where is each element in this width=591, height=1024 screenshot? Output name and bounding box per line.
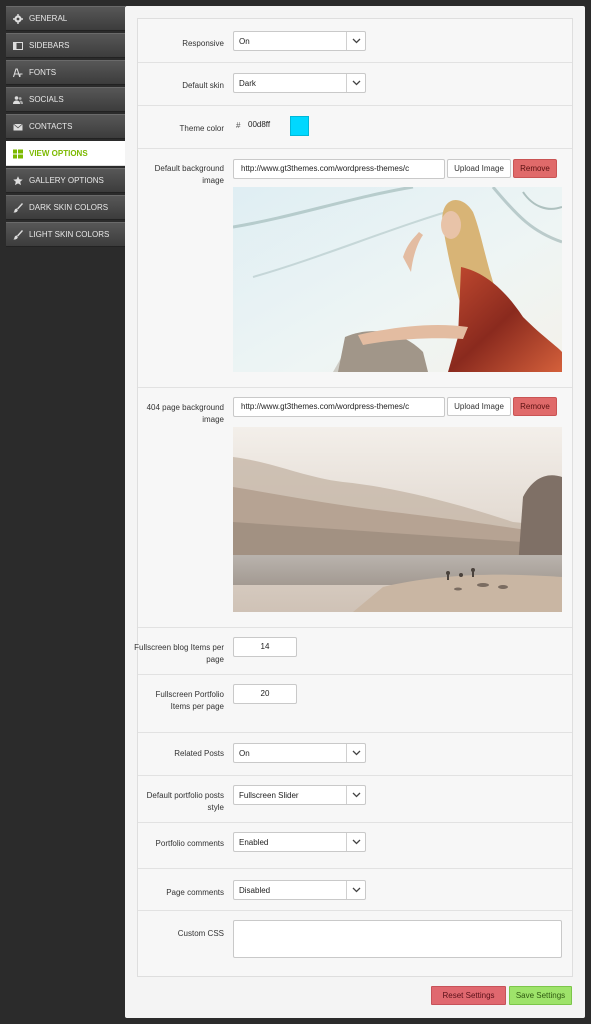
default-skin-select[interactable]: Dark bbox=[233, 73, 366, 93]
custom-css-textarea[interactable] bbox=[233, 920, 562, 958]
font-icon bbox=[13, 67, 23, 78]
sidebar-item-label: GALLERY OPTIONS bbox=[29, 176, 104, 185]
sidebar-item-gallery-options[interactable]: GALLERY OPTIONS bbox=[6, 168, 125, 193]
page-comments-row: Page comments Disabled bbox=[138, 869, 572, 911]
responsive-label: Responsive bbox=[182, 39, 224, 48]
sidebar-item-label: CONTACTS bbox=[29, 122, 73, 131]
sidebar-item-sidebars[interactable]: SIDEBARS bbox=[6, 33, 125, 58]
default-bg-url-input[interactable]: http://www.gt3themes.com/wordpress-theme… bbox=[233, 159, 445, 179]
portfolio-items-label: Fullscreen Portfolio Items per page bbox=[155, 690, 224, 711]
portfolio-style-label: Default portfolio posts style bbox=[146, 791, 224, 812]
portfolio-style-value: Fullscreen Slider bbox=[239, 791, 299, 800]
related-posts-row: Related Posts On bbox=[138, 733, 572, 776]
sidebar-item-general[interactable]: GENERAL bbox=[6, 6, 125, 31]
settings-form: Responsive On Default skin Dark Theme co… bbox=[134, 18, 573, 977]
sidebar-item-label: FONTS bbox=[29, 68, 57, 77]
default-skin-label: Default skin bbox=[182, 81, 224, 90]
portfolio-comments-value: Enabled bbox=[239, 838, 269, 847]
chevron-down-icon bbox=[346, 74, 365, 92]
blog-items-label: Fullscreen blog Items per page bbox=[134, 643, 224, 664]
color-hash-prefix: # bbox=[236, 121, 241, 130]
bg-404-upload-button[interactable]: Upload Image bbox=[447, 397, 511, 416]
chevron-down-icon bbox=[346, 881, 365, 899]
chevron-down-icon bbox=[346, 833, 365, 851]
sidebar-item-label: SIDEBARS bbox=[29, 41, 70, 50]
blog-items-input[interactable]: 14 bbox=[233, 637, 297, 657]
theme-color-row: Theme color # 00d8ff bbox=[138, 106, 572, 149]
portfolio-comments-label: Portfolio comments bbox=[155, 839, 224, 848]
default-bg-upload-button[interactable]: Upload Image bbox=[447, 159, 511, 178]
page-comments-label: Page comments bbox=[166, 888, 224, 897]
page-comments-select[interactable]: Disabled bbox=[233, 880, 366, 900]
brush-icon bbox=[13, 229, 23, 240]
columns-icon bbox=[13, 41, 23, 51]
sidebar-item-socials[interactable]: SOCIALS bbox=[6, 87, 125, 112]
chevron-down-icon bbox=[346, 786, 365, 804]
settings-panel: Responsive On Default skin Dark Theme co… bbox=[125, 6, 585, 1018]
gear-icon bbox=[13, 13, 23, 24]
default-bg-preview-image bbox=[233, 187, 562, 372]
portfolio-comments-select[interactable]: Enabled bbox=[233, 832, 366, 852]
related-posts-label: Related Posts bbox=[174, 749, 224, 758]
sidebar-item-contacts[interactable]: CONTACTS bbox=[6, 114, 125, 139]
theme-color-picker: # 00d8ff bbox=[138, 116, 572, 136]
page-comments-value: Disabled bbox=[239, 886, 271, 895]
default-skin-row: Default skin Dark bbox=[138, 63, 572, 106]
default-bg-remove-button[interactable]: Remove bbox=[513, 159, 557, 178]
portfolio-items-row: Fullscreen Portfolio Items per page 20 bbox=[138, 675, 572, 733]
bg-404-preview-image bbox=[233, 427, 562, 612]
default-bg-label: Default background image bbox=[154, 164, 224, 185]
bg-404-remove-button[interactable]: Remove bbox=[513, 397, 557, 416]
related-posts-select[interactable]: On bbox=[233, 743, 366, 763]
portfolio-style-select[interactable]: Fullscreen Slider bbox=[233, 785, 366, 805]
bg-404-url-input[interactable]: http://www.gt3themes.com/wordpress-theme… bbox=[233, 397, 445, 417]
star-icon bbox=[13, 175, 23, 186]
brush-icon bbox=[13, 202, 23, 213]
sidebar-nav: GENERAL SIDEBARS FONTS SOCIALS CONTACTS … bbox=[6, 6, 125, 249]
chevron-down-icon bbox=[346, 32, 365, 50]
bg-404-label: 404 page background image bbox=[146, 403, 224, 424]
users-icon bbox=[13, 95, 23, 105]
bg-404-row: 404 page background image http://www.gt3… bbox=[138, 388, 572, 628]
custom-css-row: Custom CSS bbox=[138, 911, 572, 977]
sidebar-item-dark-skin-colors[interactable]: DARK SKIN COLORS bbox=[6, 195, 125, 220]
default-bg-row: Default background image http://www.gt3t… bbox=[138, 149, 572, 388]
reset-settings-button[interactable]: Reset Settings bbox=[431, 986, 506, 1005]
color-swatch[interactable] bbox=[290, 116, 309, 136]
blog-items-row: Fullscreen blog Items per page 14 bbox=[134, 628, 572, 675]
sidebar-item-view-options[interactable]: VIEW OPTIONS bbox=[6, 141, 125, 166]
sidebar-item-label: LIGHT SKIN COLORS bbox=[29, 230, 110, 239]
default-skin-value: Dark bbox=[239, 79, 256, 88]
responsive-value: On bbox=[239, 37, 250, 46]
portfolio-style-row: Default portfolio posts style Fullscreen… bbox=[138, 776, 572, 823]
responsive-select[interactable]: On bbox=[233, 31, 366, 51]
envelope-icon bbox=[13, 122, 23, 132]
grid-icon bbox=[13, 149, 23, 159]
sidebar-item-label: VIEW OPTIONS bbox=[29, 149, 88, 158]
sidebar-item-label: GENERAL bbox=[29, 14, 68, 23]
sidebar-item-label: SOCIALS bbox=[29, 95, 64, 104]
portfolio-items-input[interactable]: 20 bbox=[233, 684, 297, 704]
chevron-down-icon bbox=[346, 744, 365, 762]
portfolio-comments-row: Portfolio comments Enabled bbox=[138, 823, 572, 869]
sidebar-item-light-skin-colors[interactable]: LIGHT SKIN COLORS bbox=[6, 222, 125, 247]
responsive-row: Responsive On bbox=[138, 19, 572, 63]
save-settings-button[interactable]: Save Settings bbox=[509, 986, 572, 1005]
sidebar-item-label: DARK SKIN COLORS bbox=[29, 203, 109, 212]
sidebar-item-fonts[interactable]: FONTS bbox=[6, 60, 125, 85]
custom-css-label: Custom CSS bbox=[177, 929, 224, 938]
related-posts-value: On bbox=[239, 749, 250, 758]
